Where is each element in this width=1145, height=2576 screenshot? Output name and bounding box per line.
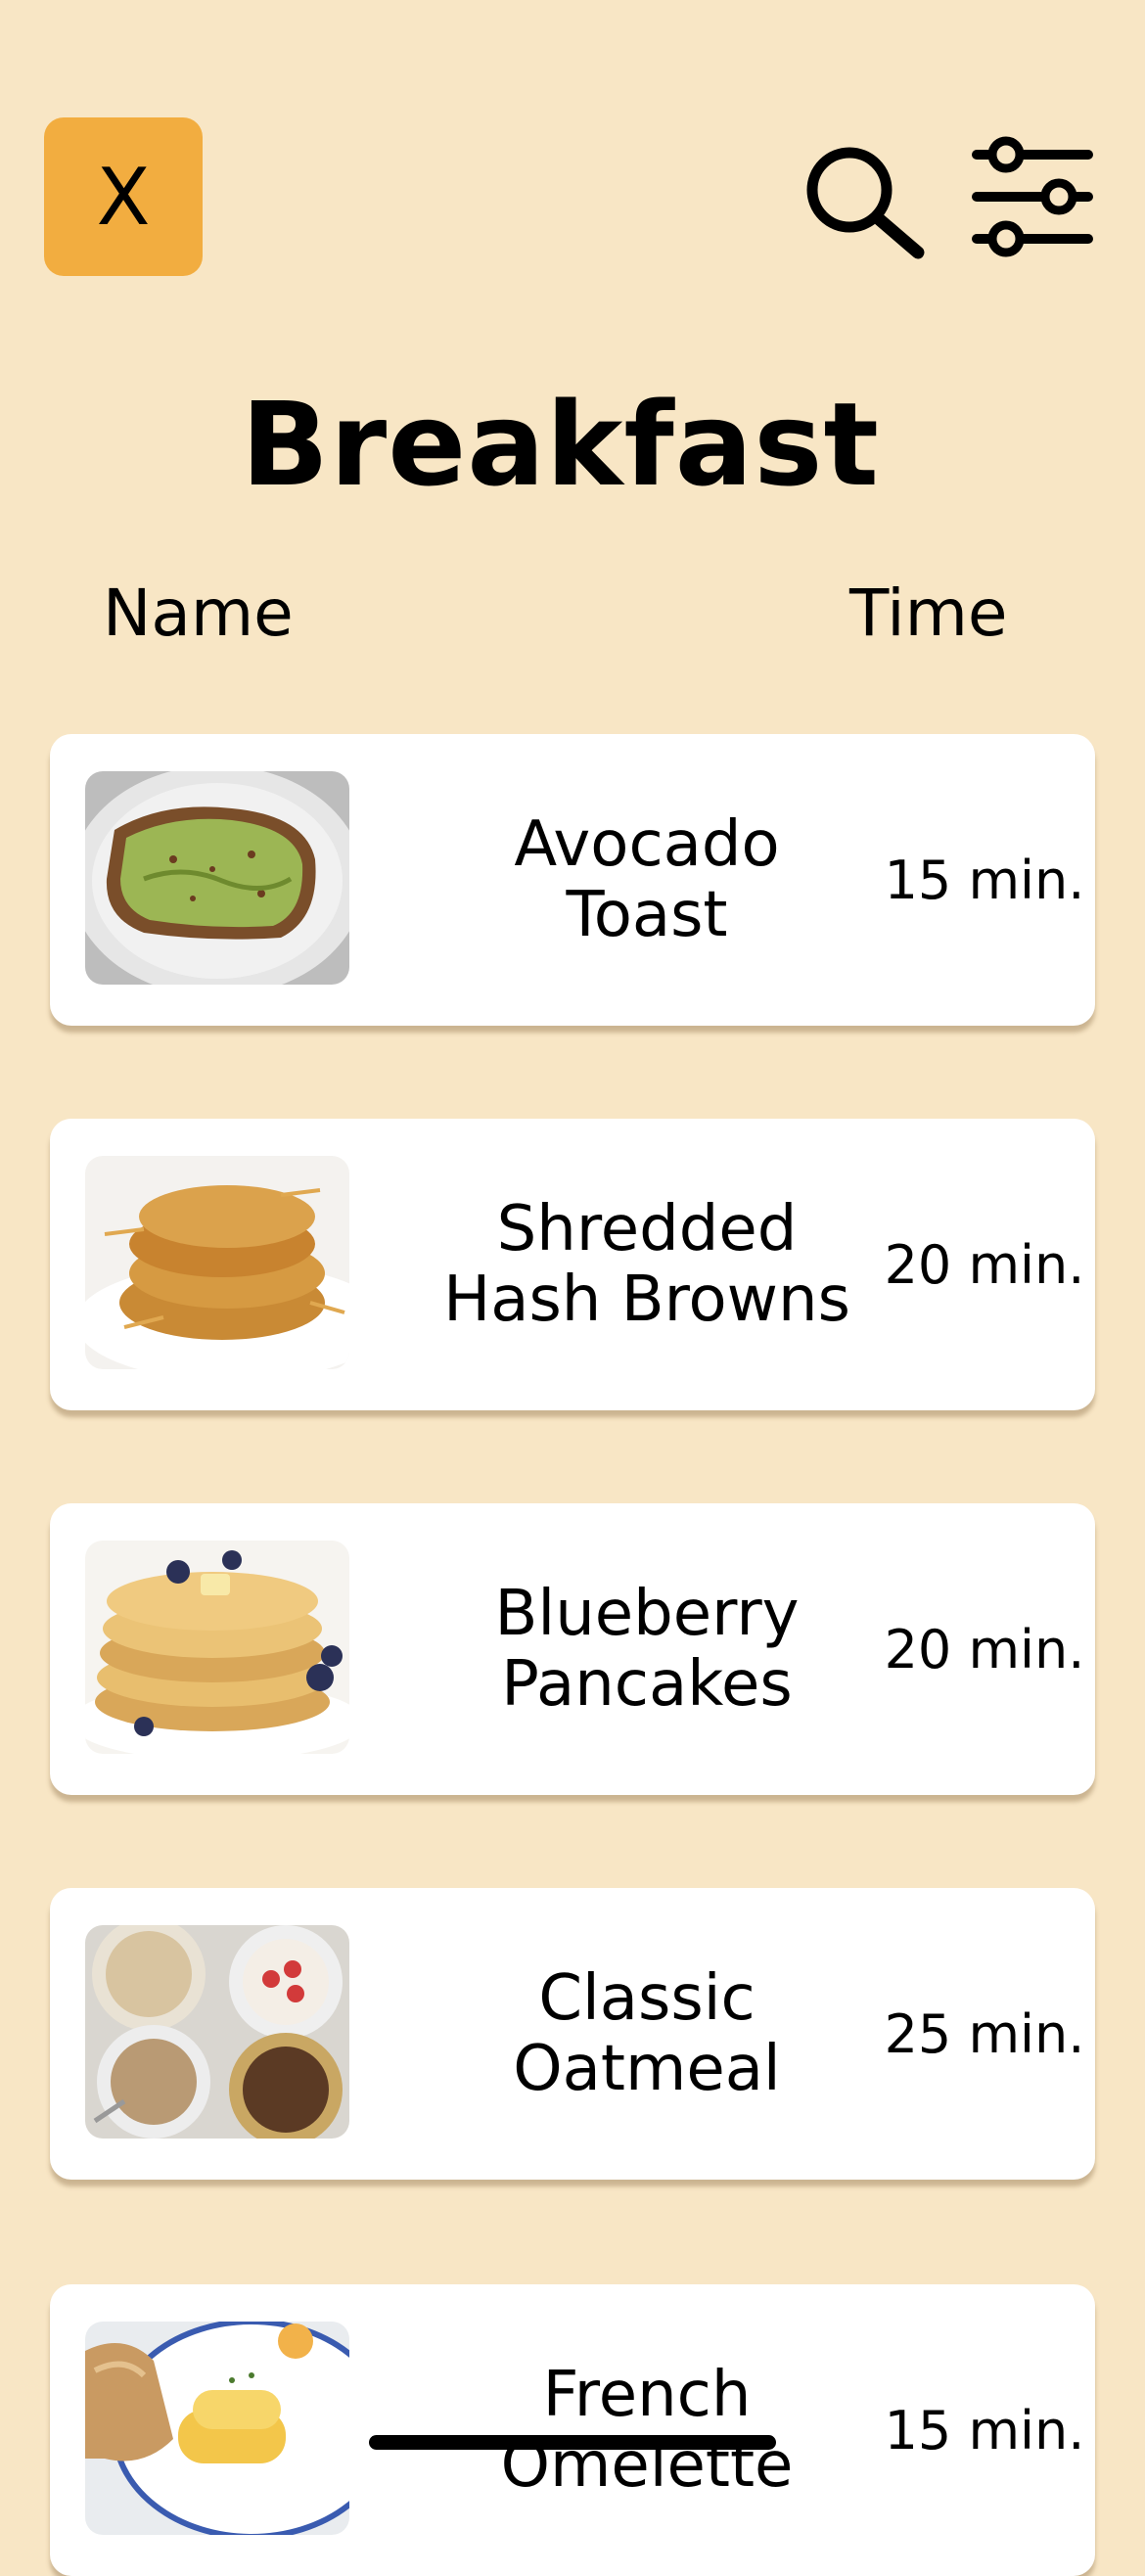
recipe-name: Shredded Hash Browns bbox=[443, 1193, 850, 1336]
recipe-time: 15 min. bbox=[884, 849, 1085, 911]
recipe-card-blueberry-pancakes[interactable]: Blueberry Pancakes 20 min. bbox=[50, 1503, 1095, 1795]
recipe-name: Classic Oatmeal bbox=[513, 1962, 781, 2105]
avocado-toast-image bbox=[85, 771, 349, 985]
recipe-time: 20 min. bbox=[884, 1233, 1085, 1296]
recipe-card-avocado-toast[interactable]: Avocado Toast 15 min. bbox=[50, 734, 1095, 1026]
recipe-card-classic-oatmeal[interactable]: Classic Oatmeal 25 min. bbox=[50, 1888, 1095, 2180]
oatmeal-image bbox=[85, 1925, 349, 2139]
search-button[interactable] bbox=[802, 145, 930, 260]
hash-browns-image bbox=[85, 1156, 349, 1369]
recipe-time: 15 min. bbox=[884, 2399, 1085, 2461]
close-button[interactable]: X bbox=[44, 117, 203, 276]
column-header-time[interactable]: Time bbox=[849, 575, 1008, 651]
recipe-card-french-omelette[interactable]: French Omelette 15 min. bbox=[50, 2284, 1095, 2576]
recipe-name: Blueberry Pancakes bbox=[494, 1578, 800, 1721]
pancakes-image bbox=[85, 1541, 349, 1754]
close-button-label: X bbox=[96, 151, 151, 243]
recipe-time: 20 min. bbox=[884, 1618, 1085, 1680]
filter-button[interactable] bbox=[969, 135, 1096, 257]
sliders-icon bbox=[972, 136, 1093, 257]
recipe-card-hash-browns[interactable]: Shredded Hash Browns 20 min. bbox=[50, 1119, 1095, 1410]
search-icon bbox=[806, 147, 925, 259]
omelette-image bbox=[85, 2322, 349, 2535]
recipe-time: 25 min. bbox=[884, 2002, 1085, 2065]
recipe-name: French Omelette bbox=[500, 2359, 794, 2502]
home-indicator[interactable] bbox=[369, 2435, 776, 2450]
page-title: Breakfast bbox=[241, 377, 880, 512]
recipe-name: Avocado Toast bbox=[514, 808, 780, 951]
column-header-name[interactable]: Name bbox=[103, 575, 294, 651]
